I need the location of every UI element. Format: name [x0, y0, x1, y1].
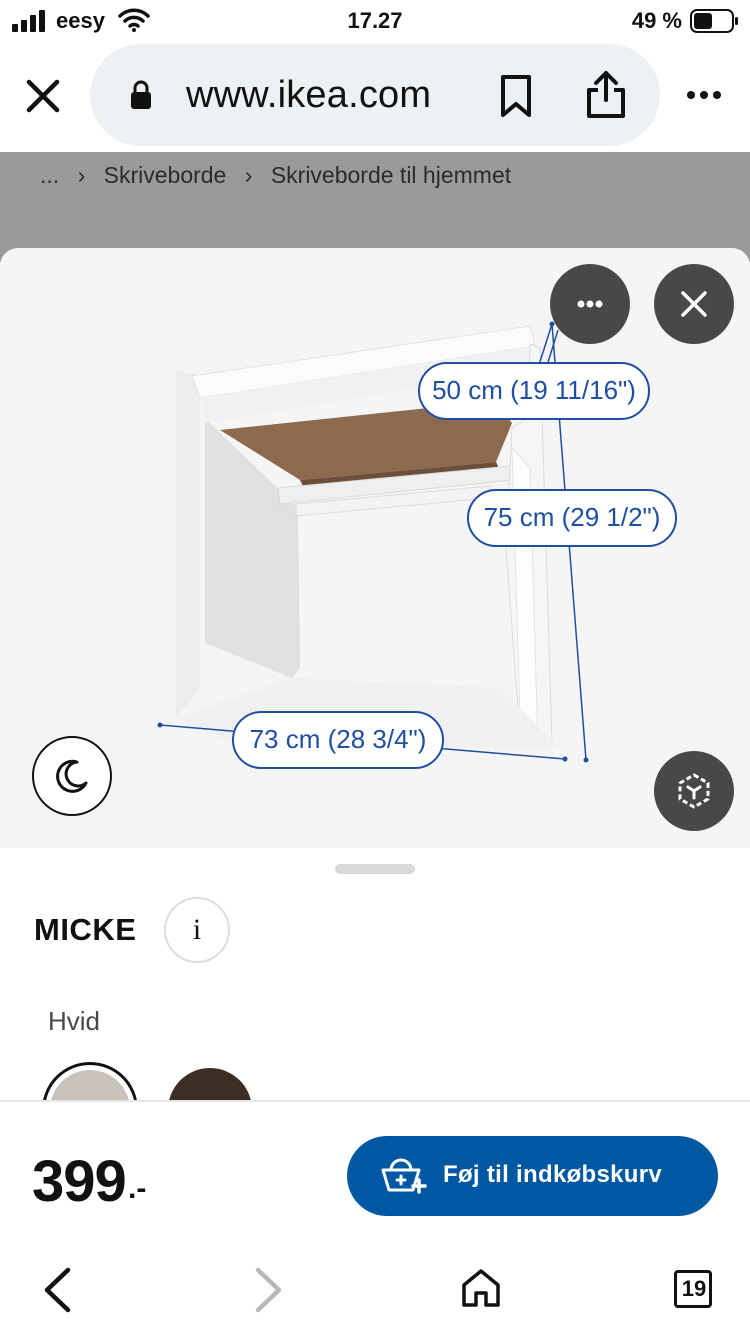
add-to-cart-label: Føj til indkøbskurv: [443, 1161, 663, 1188]
depth-dimension-label: 50 cm (19 11/16"): [418, 362, 650, 420]
breadcrumb-ellipsis[interactable]: ...: [40, 162, 59, 188]
status-bar: eesy 17.27 49 %: [0, 0, 750, 44]
tabs-count: 19: [681, 1276, 707, 1301]
share-icon[interactable]: [584, 70, 628, 120]
viewer-options-button[interactable]: [550, 264, 630, 344]
ar-cube-icon: [678, 773, 710, 809]
breadcrumb-item-skriveborde[interactable]: Skriveborde: [104, 162, 227, 188]
lock-icon: [131, 80, 151, 109]
tabs-button[interactable]: 19: [674, 1270, 712, 1308]
ar-view-button[interactable]: [654, 751, 734, 831]
price-suffix: .-: [128, 1172, 147, 1205]
height-dimension-label: 75 cm (29 1/2"): [467, 489, 677, 547]
close-icon: [681, 291, 707, 317]
color-name-label: Hvid: [48, 1006, 101, 1036]
moon-icon: [56, 759, 88, 793]
breadcrumb-separator-icon: ›: [77, 162, 86, 188]
back-icon[interactable]: [42, 1267, 72, 1313]
product-name: MICKE: [34, 912, 137, 947]
product-info-button[interactable]: i: [164, 897, 230, 963]
battery-percentage: 49 %: [631, 8, 682, 33]
breadcrumb-item-skriveborde-til-hjemmet[interactable]: Skriveborde til hjemmet: [271, 162, 511, 188]
forward-icon: [255, 1267, 282, 1313]
sheet-drag-handle[interactable]: [335, 864, 415, 874]
product-3d-viewer[interactable]: 50 cm (19 11/16") 75 cm (29 1/2") 73 cm …: [0, 248, 750, 848]
battery-icon: [690, 9, 738, 33]
bookmark-icon[interactable]: [498, 74, 534, 118]
add-to-cart-button[interactable]: Føj til indkøbskurv: [347, 1136, 718, 1216]
close-viewer-button[interactable]: [654, 264, 734, 344]
more-options-icon[interactable]: [686, 89, 722, 101]
breadcrumb-separator-icon: ›: [244, 162, 253, 188]
url-text: www.ikea.com: [186, 74, 432, 116]
dark-mode-toggle-button[interactable]: [32, 736, 112, 816]
browser-address-bar: www.ikea.com: [0, 44, 750, 152]
width-dimension-label: 73 cm (28 3/4"): [232, 711, 444, 769]
more-options-icon: [577, 300, 603, 308]
close-tab-icon[interactable]: [26, 79, 60, 113]
breadcrumb: ... › Skriveborde › Skriveborde til hjem…: [40, 162, 523, 189]
purchase-bar: 399 .- Føj til indkøbskurv: [0, 1100, 750, 1245]
browser-toolbar: 19: [0, 1245, 750, 1334]
url-field[interactable]: www.ikea.com: [90, 44, 660, 146]
page-header-dimmed: ... › Skriveborde › Skriveborde til hjem…: [0, 152, 750, 262]
shopping-basket-add-icon: [381, 1158, 427, 1194]
product-price: 399: [32, 1149, 127, 1214]
home-icon[interactable]: [460, 1267, 502, 1309]
